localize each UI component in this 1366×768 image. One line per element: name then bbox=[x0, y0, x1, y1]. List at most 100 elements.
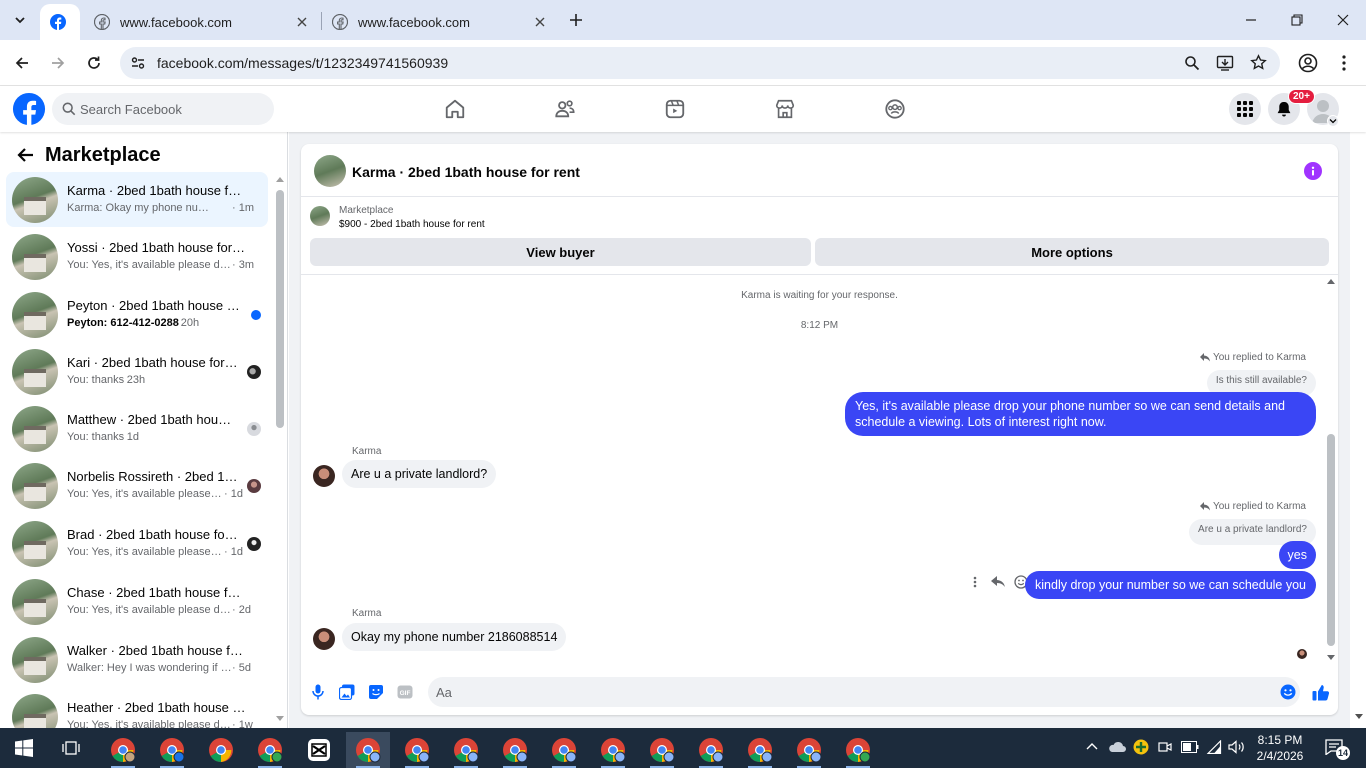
start-button[interactable] bbox=[2, 730, 46, 766]
nav-home[interactable] bbox=[440, 94, 470, 124]
conversation-item[interactable]: Peyton · 2bed 1bath house for rent Peyto… bbox=[6, 287, 268, 342]
message-scrollbar-thumb[interactable] bbox=[1327, 434, 1335, 646]
install-app-icon[interactable] bbox=[1216, 55, 1234, 71]
url-text[interactable]: facebook.com/messages/t/1232349741560939 bbox=[157, 55, 448, 71]
message-input[interactable] bbox=[436, 677, 1266, 707]
taskbar-chrome-active[interactable] bbox=[346, 732, 390, 768]
zoom-icon[interactable] bbox=[1184, 55, 1200, 71]
forward-button[interactable] bbox=[44, 49, 72, 77]
restore-button[interactable] bbox=[1274, 0, 1320, 40]
outgoing-message[interactable]: yes bbox=[1278, 541, 1316, 569]
site-settings-icon[interactable] bbox=[130, 55, 146, 71]
taskbar-chrome-profile[interactable] bbox=[101, 732, 145, 768]
scroll-up-icon[interactable] bbox=[1327, 278, 1335, 284]
onedrive-icon[interactable] bbox=[1108, 739, 1126, 753]
conversation-item[interactable]: Brad · 2bed 1bath house for rent You: Ye… bbox=[6, 516, 268, 571]
menu-button[interactable] bbox=[1229, 93, 1261, 125]
outgoing-message[interactable]: Yes, it's available please drop your pho… bbox=[845, 392, 1316, 436]
tab-active-facebook[interactable] bbox=[40, 4, 80, 40]
address-bar[interactable]: facebook.com/messages/t/1232349741560939 bbox=[120, 47, 1280, 79]
battery-icon[interactable] bbox=[1181, 741, 1199, 753]
close-tab-icon[interactable] bbox=[532, 14, 548, 30]
account-chevron[interactable] bbox=[1327, 115, 1339, 127]
app-tray-icon[interactable] bbox=[1133, 739, 1149, 755]
scroll-down-icon[interactable] bbox=[1327, 655, 1335, 661]
taskbar-chrome-profile[interactable] bbox=[689, 732, 733, 768]
send-like-button[interactable] bbox=[1311, 682, 1331, 702]
chat-listing-avatar[interactable] bbox=[314, 155, 346, 187]
emoji-icon[interactable] bbox=[1280, 684, 1296, 700]
taskbar-chrome-profile[interactable] bbox=[150, 732, 194, 768]
minimize-button[interactable] bbox=[1228, 0, 1274, 40]
facebook-logo-icon[interactable] bbox=[12, 92, 46, 126]
taskbar-chrome-profile[interactable] bbox=[395, 732, 439, 768]
facebook-search[interactable] bbox=[52, 93, 274, 125]
taskbar-chrome-profile[interactable] bbox=[248, 732, 292, 768]
taskbar-chrome-profile[interactable] bbox=[640, 732, 684, 768]
scroll-down-icon[interactable] bbox=[276, 716, 284, 722]
incoming-message[interactable]: Are u a private landlord? bbox=[342, 460, 497, 488]
conversation-item[interactable]: Walker · 2bed 1bath house for rent Walke… bbox=[6, 632, 268, 687]
conversation-item[interactable]: Kari · 2bed 1bath house for rent You: th… bbox=[6, 344, 268, 399]
back-arrow-icon[interactable] bbox=[16, 147, 34, 163]
profile-button[interactable] bbox=[1294, 49, 1322, 77]
incoming-message[interactable]: Okay my phone number 2186088514 bbox=[342, 623, 567, 651]
reload-button[interactable] bbox=[80, 49, 108, 77]
back-button[interactable] bbox=[8, 49, 36, 77]
page-scrollbar[interactable] bbox=[1352, 86, 1366, 728]
taskbar-clock[interactable]: 8:15 PM 2/4/2026 bbox=[1252, 732, 1308, 764]
nav-friends[interactable] bbox=[550, 94, 580, 124]
scroll-down-icon[interactable] bbox=[1355, 714, 1363, 720]
reply-icon[interactable] bbox=[991, 576, 1005, 588]
tab-search-button[interactable] bbox=[6, 6, 34, 34]
conversation-item[interactable]: Heather · 2bed 1bath house for rent You:… bbox=[6, 689, 268, 728]
tab-facebook-2[interactable]: www.facebook.com bbox=[322, 4, 558, 40]
scroll-up-icon[interactable] bbox=[276, 176, 284, 182]
new-tab-button[interactable] bbox=[562, 6, 590, 34]
gif-button[interactable]: GIF bbox=[395, 682, 415, 702]
sidebar-scrollbar-thumb[interactable] bbox=[276, 190, 284, 428]
sender-avatar[interactable] bbox=[313, 465, 335, 487]
view-buyer-button[interactable]: View buyer bbox=[310, 238, 811, 266]
nav-marketplace[interactable] bbox=[770, 94, 800, 124]
conversation-item[interactable]: Chase · 2bed 1bath house for rent You: Y… bbox=[6, 574, 268, 629]
nav-groups[interactable] bbox=[880, 94, 910, 124]
taskbar-chrome[interactable] bbox=[199, 732, 243, 768]
volume-icon[interactable] bbox=[1228, 740, 1246, 754]
sender-avatar[interactable] bbox=[313, 628, 335, 650]
listing-thumbnail[interactable] bbox=[310, 206, 330, 226]
taskbar-chrome-profile[interactable] bbox=[836, 732, 880, 768]
tray-chevron-up-icon[interactable] bbox=[1086, 742, 1098, 750]
taskbar-chrome-profile[interactable] bbox=[591, 732, 635, 768]
taskbar-chrome-profile[interactable] bbox=[493, 732, 537, 768]
tab-facebook-1[interactable]: www.facebook.com bbox=[84, 4, 320, 40]
conversation-info-button[interactable] bbox=[1304, 162, 1322, 180]
conversation-item[interactable]: Norbelis Rossireth · 2bed 1bath house fo… bbox=[6, 458, 268, 513]
taskbar-chrome-profile[interactable] bbox=[444, 732, 488, 768]
attach-photo-button[interactable] bbox=[337, 682, 357, 702]
listing-title[interactable]: $900 - 2bed 1bath house for rent bbox=[339, 219, 485, 230]
sticker-button[interactable] bbox=[366, 682, 386, 702]
more-options-button[interactable]: More options bbox=[815, 238, 1329, 266]
chat-title[interactable]: Karma · 2bed 1bath house for rent bbox=[352, 164, 580, 180]
task-view-button[interactable] bbox=[49, 730, 93, 766]
voice-clip-button[interactable] bbox=[308, 682, 328, 702]
conversation-item[interactable]: Yossi · 2bed 1bath house for rent You: Y… bbox=[6, 229, 268, 284]
taskbar-chrome-profile[interactable] bbox=[738, 732, 782, 768]
taskbar-capcut[interactable] bbox=[297, 732, 341, 768]
search-input[interactable] bbox=[80, 93, 265, 125]
more-actions-icon[interactable] bbox=[973, 576, 977, 588]
bookmark-star-icon[interactable] bbox=[1250, 54, 1267, 71]
meet-now-icon[interactable] bbox=[1158, 740, 1172, 754]
conversation-item[interactable]: Matthew · 2bed 1bath house for rent You:… bbox=[6, 401, 268, 456]
conversation-item[interactable]: Karma · 2bed 1bath house for rent Karma:… bbox=[6, 172, 268, 227]
message-input-wrapper[interactable] bbox=[428, 677, 1300, 707]
close-tab-icon[interactable] bbox=[294, 14, 310, 30]
browser-menu-button[interactable] bbox=[1330, 49, 1358, 77]
nav-video[interactable] bbox=[660, 94, 690, 124]
close-window-button[interactable] bbox=[1320, 0, 1366, 40]
taskbar-chrome-profile[interactable] bbox=[787, 732, 831, 768]
wifi-icon[interactable] bbox=[1206, 740, 1222, 754]
taskbar-chrome-profile[interactable] bbox=[542, 732, 586, 768]
outgoing-message[interactable]: kindly drop your number so we can schedu… bbox=[1025, 571, 1316, 599]
